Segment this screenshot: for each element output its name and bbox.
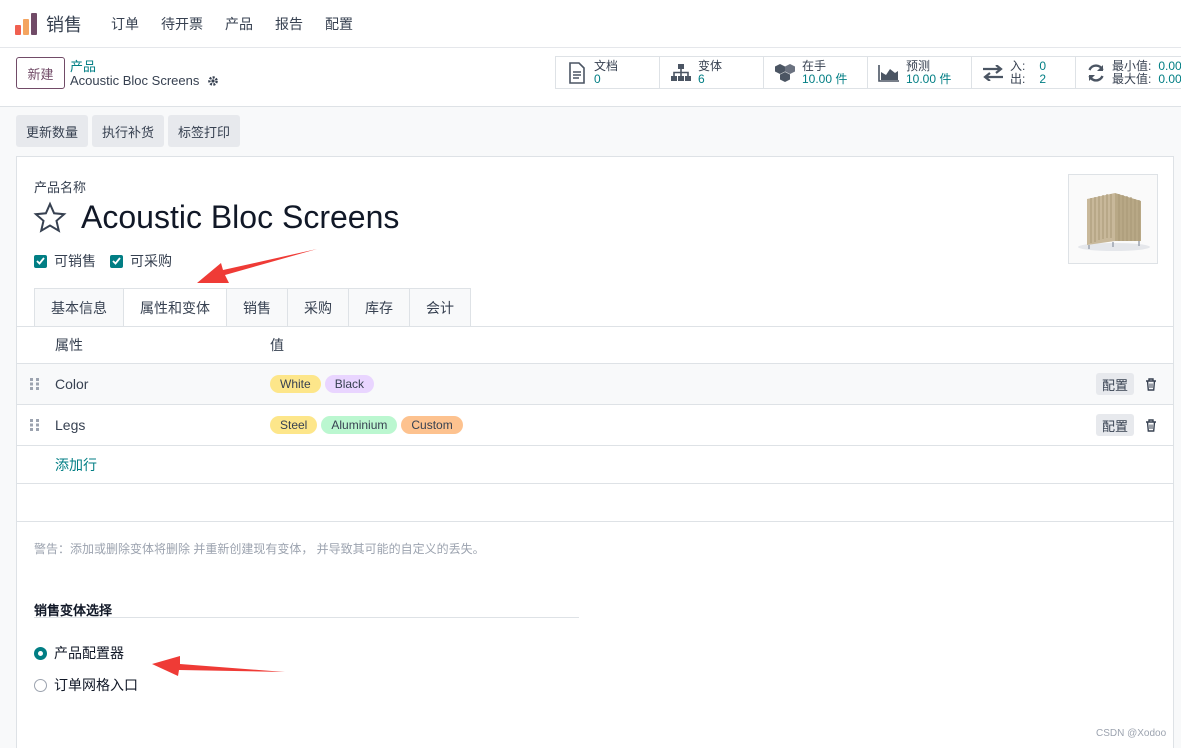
variant-warning-text: 警告：添加或删除变体将删除 并重新创建现有变体， 并导致其可能的自定义的丢失。 [34,542,485,556]
watermark: CSDN @Xodoo [1096,728,1167,739]
sales-app-icon[interactable] [15,12,37,35]
max-value: 0.00 [1158,71,1181,86]
forecast-value: 10.00 件 [906,71,952,86]
menu-to-invoice[interactable]: 待开票 [150,14,214,34]
tab-inventory[interactable]: 库存 [348,288,410,326]
tab-general-info[interactable]: 基本信息 [34,288,124,326]
new-button[interactable]: 新建 [16,57,65,89]
attributes-table-header: 属性 值 [17,327,1173,364]
value-tag[interactable]: Custom [401,416,463,434]
on-hand-label: 在手 [802,58,827,73]
can-be-purchased-label: 可采购 [130,253,172,269]
value-tag[interactable]: Black [324,375,375,393]
tab-sales[interactable]: 销售 [226,288,288,326]
on-hand-value: 10.00 件 [802,71,848,86]
radio-selected-icon [34,646,47,660]
on-hand-smart-button[interactable]: 在手 10.00 件 [764,57,868,88]
variants-label: 变体 [698,58,723,73]
value-tag[interactable]: White [270,375,321,393]
trash-icon[interactable] [1145,418,1157,432]
in-value: 0 [1039,58,1047,73]
top-navbar: 销售 订单 待开票 产品 报告 配置 [0,0,1181,48]
breadcrumb-current: Acoustic Bloc Screens [70,73,219,88]
update-quantity-button[interactable]: 更新数量 [16,115,89,147]
product-image[interactable] [1068,174,1158,264]
min-label: 最小值: [1112,58,1152,73]
in-label: 入: [1010,58,1026,73]
exchange-icon [982,62,1004,84]
cubes-icon [774,62,796,84]
table-row[interactable]: Legs Steel Aluminium Custom 配置 [17,405,1173,446]
product-flags: 可销售 可采购 [34,251,172,271]
forecast-smart-button[interactable]: 预测 10.00 件 [868,57,972,88]
attribute-value-tags[interactable]: White Black [270,375,375,393]
tab-attributes-variants[interactable]: 属性和变体 [123,288,227,327]
section-divider [34,617,579,618]
can-be-sold-checkbox[interactable]: 可销售 [34,251,96,271]
in-out-smart-button[interactable]: 入: 0 出: 2 [972,57,1076,88]
checkbox-checked-icon [110,254,123,268]
can-be-purchased-checkbox[interactable]: 可采购 [110,251,172,271]
max-label: 最大值: [1112,71,1152,86]
value-tag[interactable]: Aluminium [321,416,398,434]
attribute-name[interactable]: Legs [55,417,85,433]
value-tag[interactable]: Steel [270,416,318,434]
radio-product-configurator[interactable]: 产品配置器 [34,643,124,663]
form-action-bar: 更新数量 执行补货 标签打印 [16,115,241,147]
app-name[interactable]: 销售 [46,11,82,37]
sitemap-icon [670,62,692,84]
document-icon [566,61,588,84]
notebook-tabs: 基本信息 属性和变体 销售 采购 库存 会计 [34,288,471,327]
attribute-value-tags[interactable]: Steel Aluminium Custom [270,416,463,434]
breadcrumb-current-label: Acoustic Bloc Screens [70,73,200,88]
trash-icon[interactable] [1145,377,1157,391]
forecast-label: 预测 [906,58,931,73]
gear-icon[interactable] [207,75,219,87]
tab-accounting[interactable]: 会计 [409,288,471,326]
min-value: 0.00 [1158,58,1181,73]
variants-value: 6 [698,71,705,86]
print-labels-button[interactable]: 标签打印 [168,115,241,147]
can-be-sold-label: 可销售 [54,253,96,269]
drag-handle-icon[interactable] [30,378,39,390]
documents-value: 0 [594,71,601,86]
configure-button[interactable]: 配置 [1096,414,1135,436]
tab-purchase[interactable]: 采购 [287,288,349,326]
drag-handle-icon[interactable] [30,419,39,431]
out-value: 2 [1039,71,1047,86]
menu-orders[interactable]: 订单 [100,14,150,34]
column-header-values[interactable]: 值 [270,335,284,355]
divider [17,483,1173,484]
radio-label: 产品配置器 [54,645,124,661]
smart-buttons: 文档 0 变体 6 在手 10.00 件 预测 10.00 件 入: 0 出: … [555,56,1181,89]
area-chart-icon [878,62,900,84]
checkbox-checked-icon [34,254,47,268]
menu-products[interactable]: 产品 [214,14,264,34]
documents-label: 文档 [594,58,619,73]
control-panel: 新建 产品 Acoustic Bloc Screens 文档 0 变体 6 在手 10… [0,48,1181,107]
refresh-icon [1086,62,1106,84]
product-name-label: 产品名称 [34,180,87,195]
add-line-link[interactable]: 添加行 [55,455,97,475]
radio-label: 订单网格入口 [54,677,138,693]
product-form-sheet: 产品名称 Acoustic Bloc Screens 可销售 可采购 基本信息 … [16,156,1174,748]
radio-order-grid-entry[interactable]: 订单网格入口 [34,675,138,695]
table-row[interactable]: Color White Black 配置 [17,364,1173,405]
column-header-attribute[interactable]: 属性 [55,335,83,355]
attribute-name[interactable]: Color [55,376,88,392]
product-name-field[interactable]: Acoustic Bloc Screens [81,199,399,236]
divider [17,521,1173,522]
favorite-star-icon[interactable] [33,201,67,235]
configure-button[interactable]: 配置 [1096,373,1135,395]
radio-unselected-icon [34,678,47,692]
variants-smart-button[interactable]: 变体 6 [660,57,764,88]
documents-smart-button[interactable]: 文档 0 [556,57,660,88]
menu-configuration[interactable]: 配置 [314,14,364,34]
replenish-button[interactable]: 执行补货 [92,115,165,147]
menu-reporting[interactable]: 报告 [264,14,314,34]
min-max-smart-button[interactable]: 最小值: 0.00 最大值: 0.00 [1076,57,1181,88]
out-label: 出: [1010,71,1026,86]
acoustic-screen-image [1078,193,1150,251]
